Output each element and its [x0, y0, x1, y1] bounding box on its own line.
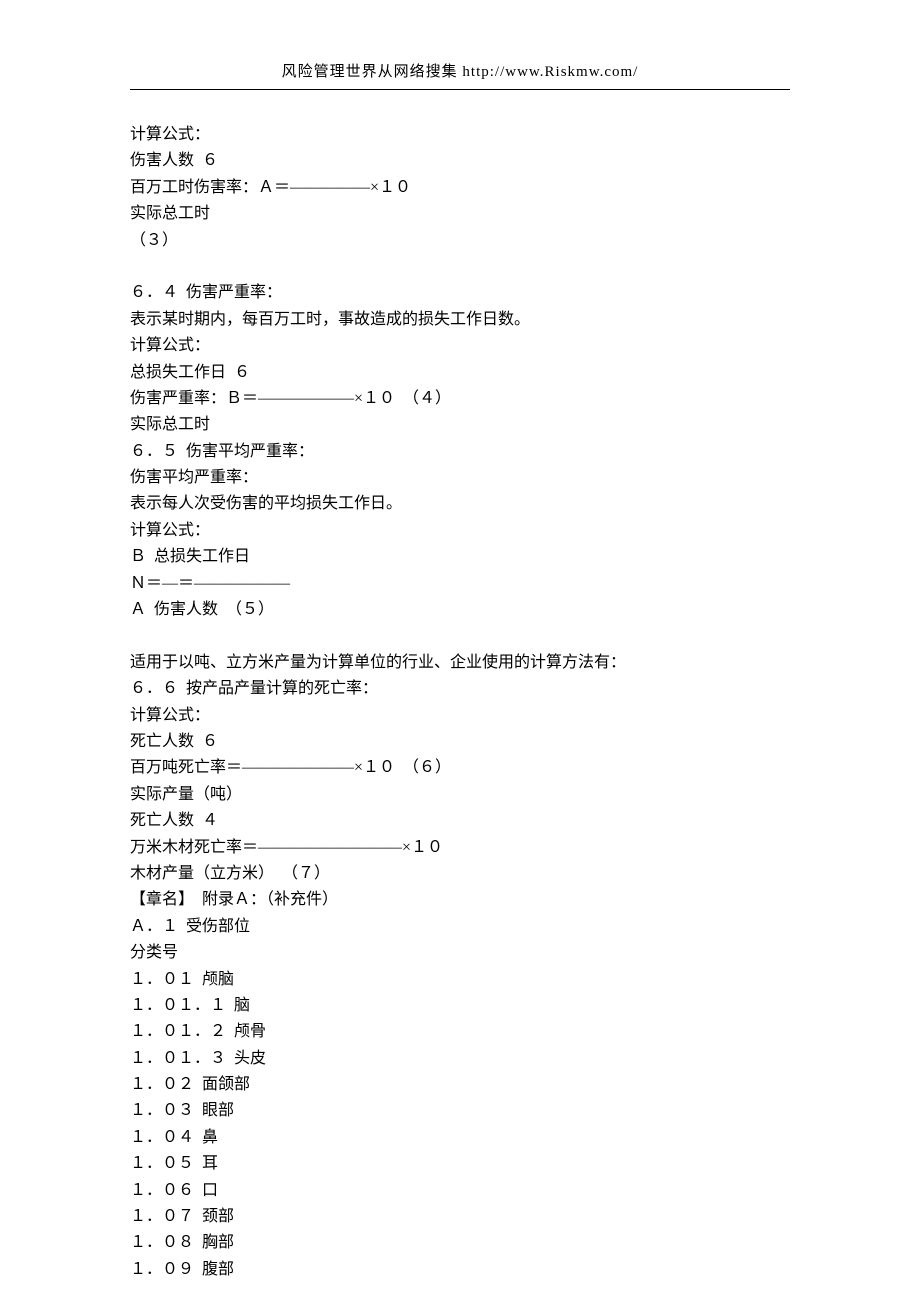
content-line: 死亡人数 ４: [130, 808, 790, 834]
content-line: 表示某时期内，每百万工时，事故造成的损失工作日数。: [130, 307, 790, 333]
content-line: １．０１ 颅脑: [130, 967, 790, 993]
content-line: 伤害人数 ６: [130, 148, 790, 174]
content-line: Ｂ 总损失工作日: [130, 544, 790, 570]
content-line: 实际产量（吨）: [130, 782, 790, 808]
content-line: 百万吨死亡率＝―――――――×１０ （６）: [130, 755, 790, 781]
content-line: 死亡人数 ６: [130, 729, 790, 755]
content-line: １．０６ 口: [130, 1178, 790, 1204]
content-line: 【章名】 附录Ａ：（补充件）: [130, 887, 790, 913]
content-line: 百万工时伤害率：Ａ＝―――――×１０: [130, 175, 790, 201]
content-line: １．０９ 腹部: [130, 1257, 790, 1283]
content-line: 万米木材死亡率＝―――――――――×１０: [130, 835, 790, 861]
content-line: 计算公式：: [130, 703, 790, 729]
content-line: 分类号: [130, 940, 790, 966]
content-line: （３）: [130, 228, 790, 254]
content-line: 木材产量（立方米） （７）: [130, 861, 790, 887]
content-line: 计算公式：: [130, 518, 790, 544]
header-text: 风险管理世界从网络搜集 http://www.Riskmw.com/: [282, 64, 639, 80]
content-line: １．０５ 耳: [130, 1151, 790, 1177]
content-line: １．０１．３ 头皮: [130, 1046, 790, 1072]
content-line: Ａ．１ 受伤部位: [130, 914, 790, 940]
document-content: 计算公式： 伤害人数 ６ 百万工时伤害率：Ａ＝―――――×１０ 实际总工时 （３…: [130, 122, 790, 1283]
content-line: ６．４ 伤害严重率：: [130, 280, 790, 306]
header-divider: [130, 89, 790, 90]
content-line: Ａ 伤害人数 （５）: [130, 597, 790, 623]
content-line: 表示每人次受伤害的平均损失工作日。: [130, 491, 790, 517]
content-line: １．０７ 颈部: [130, 1204, 790, 1230]
content-line: 实际总工时: [130, 412, 790, 438]
content-line: 计算公式：: [130, 122, 790, 148]
content-line: ６．５ 伤害平均严重率：: [130, 439, 790, 465]
content-line: １．０２ 面颌部: [130, 1072, 790, 1098]
content-line: １．０８ 胸部: [130, 1230, 790, 1256]
content-line: Ｎ＝―＝――――――: [130, 571, 790, 597]
content-line: [130, 623, 790, 649]
content-line: 计算公式：: [130, 333, 790, 359]
content-line: 适用于以吨、立方米产量为计算单位的行业、企业使用的计算方法有：: [130, 650, 790, 676]
content-line: １．０４ 鼻: [130, 1125, 790, 1151]
page-header: 风险管理世界从网络搜集 http://www.Riskmw.com/: [130, 60, 790, 81]
content-line: [130, 254, 790, 280]
content-line: １．０１．２ 颅骨: [130, 1019, 790, 1045]
content-line: 实际总工时: [130, 201, 790, 227]
content-line: 伤害严重率：Ｂ＝――――――×１０ （４）: [130, 386, 790, 412]
content-line: 总损失工作日 ６: [130, 360, 790, 386]
content-line: ６．６ 按产品产量计算的死亡率：: [130, 676, 790, 702]
content-line: １．０３ 眼部: [130, 1098, 790, 1124]
content-line: 伤害平均严重率：: [130, 465, 790, 491]
content-line: １．０１．１ 脑: [130, 993, 790, 1019]
